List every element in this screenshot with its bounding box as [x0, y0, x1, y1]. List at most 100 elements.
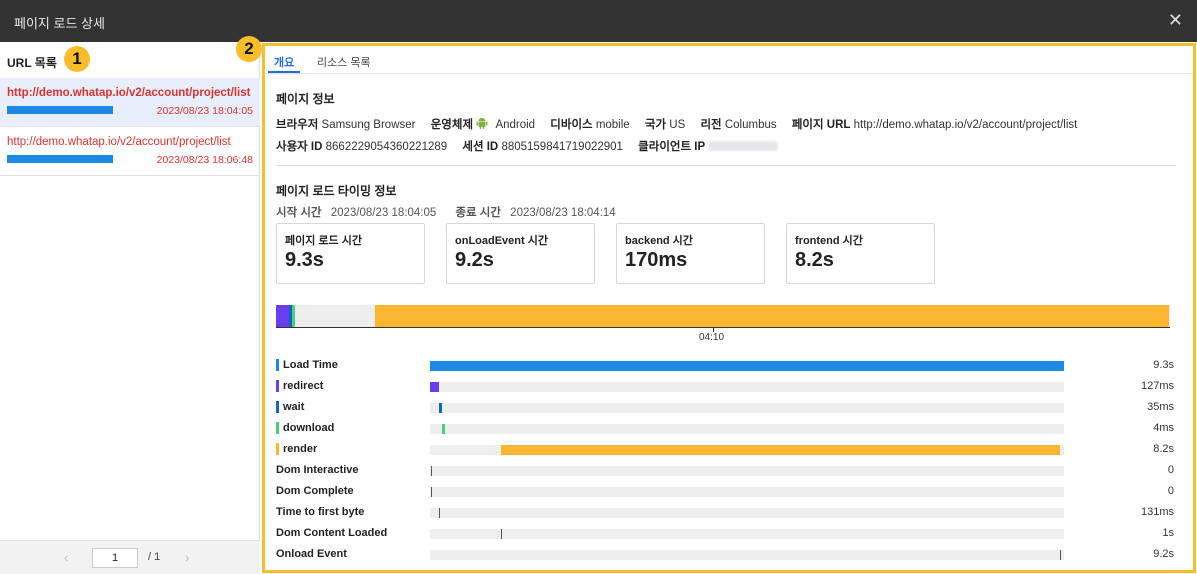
metric-track	[430, 382, 1064, 392]
metric-name: Time to first byte	[276, 506, 365, 518]
tab-resource-list[interactable]: 리소스 목록	[317, 54, 371, 70]
url-list-item-url: http://demo.whatap.io/v2/account/project…	[7, 136, 231, 148]
timing-range-row: 시작 시간 2023/08/23 18:04:05 종료 시간 2023/08/…	[276, 204, 632, 220]
metric-value: 1s	[1162, 527, 1174, 539]
metric-marker	[439, 508, 440, 518]
metric-row-dom-interactive: Dom Interactive 0	[276, 462, 1176, 478]
metric-name: redirect	[283, 380, 324, 392]
url-list-item-duration-bar	[7, 155, 113, 163]
page-number-input[interactable]: 1	[92, 548, 138, 568]
page-info-title: 페이지 정보	[276, 92, 335, 106]
page-url-label: 페이지 URL	[791, 119, 851, 131]
timeline-segment-download	[292, 305, 295, 327]
metric-name: Dom Content Loaded	[276, 527, 388, 539]
metric-value: 0	[1167, 464, 1174, 476]
browser-value: Samsung Browser	[321, 119, 416, 131]
timing-info-title: 페이지 로드 타이밍 정보	[276, 184, 397, 198]
window-titlebar: 페이지 로드 상세 ✕	[0, 0, 1197, 42]
region-value: Columbus	[724, 119, 777, 131]
url-list-item[interactable]: http://demo.whatap.io/v2/account/project…	[0, 127, 260, 176]
user-id-label: 사용자 ID	[276, 141, 323, 153]
card-value: 170ms	[625, 249, 688, 271]
card-value: 9.2s	[455, 249, 494, 271]
end-time-value: 2023/08/23 18:04:14	[510, 207, 616, 219]
page-info-row-1: 브라우저 Samsung Browser 운영체제 Android 디바이스 m…	[276, 116, 1089, 132]
start-time-value: 2023/08/23 18:04:05	[330, 207, 437, 219]
metric-marker	[431, 487, 432, 497]
tab-active-indicator	[268, 71, 300, 73]
user-id-value: 8662229054360221289	[325, 141, 448, 153]
timeline-segment-redirect	[276, 305, 289, 327]
metric-marker	[1060, 550, 1061, 560]
card-value: 9.3s	[285, 249, 324, 271]
metric-name: Dom Interactive	[276, 464, 359, 476]
page-load-time-card: 페이지 로드 시간 9.3s	[276, 223, 425, 284]
metric-value: 0	[1167, 485, 1174, 497]
timeline-bar	[276, 305, 1170, 327]
metric-name: render	[283, 443, 318, 455]
url-list-item-duration-bar	[7, 106, 113, 114]
metric-value: 9.3s	[1153, 359, 1174, 371]
url-list-header: URL 목록	[7, 56, 57, 70]
session-id-label: 세션 ID	[462, 141, 499, 153]
client-ip-label: 클라이언트 IP	[638, 141, 706, 153]
metric-track	[430, 445, 1064, 455]
metric-value: 9.2s	[1153, 548, 1174, 560]
metric-name: Onload Event	[276, 548, 347, 560]
chevron-left-icon[interactable]: ‹	[64, 550, 68, 565]
page-total: / 1	[148, 551, 161, 563]
metric-name: download	[283, 422, 335, 434]
annotation-badge-1: 1	[64, 46, 90, 72]
metric-row-dom-complete: Dom Complete 0	[276, 483, 1176, 499]
metric-value: 4ms	[1153, 422, 1174, 434]
metric-fill	[439, 403, 442, 413]
url-list-item-date: 2023/08/23 18:04:05	[156, 105, 253, 117]
metric-track	[430, 361, 1064, 371]
onload-event-time-card: onLoadEvent 시간 9.2s	[446, 223, 595, 284]
metric-fill	[430, 361, 1064, 371]
region-label: 리전	[700, 119, 722, 131]
close-icon[interactable]: ✕	[1168, 10, 1183, 31]
metric-row-download: download 4ms	[276, 420, 1176, 436]
country-value: US	[669, 119, 686, 131]
metric-value: 127ms	[1140, 380, 1174, 392]
metric-row-wait: wait 35ms	[276, 399, 1176, 415]
card-label: onLoadEvent 시간	[455, 235, 548, 247]
client-ip-value-redacted	[708, 141, 779, 151]
metric-name: wait	[283, 401, 305, 413]
url-list-item[interactable]: http://demo.whatap.io/v2/account/project…	[0, 78, 260, 127]
browser-label: 브라우저	[276, 119, 319, 131]
metric-track	[430, 529, 1064, 539]
chevron-right-icon[interactable]: ›	[185, 550, 189, 565]
metric-track	[430, 487, 1064, 497]
url-list-panel: URL 목록 1 http://demo.whatap.io/v2/accoun…	[0, 42, 260, 574]
detail-panel: 개요 리소스 목록 페이지 정보 브라우저 Samsung Browser 운영…	[262, 43, 1196, 573]
os-label: 운영체제	[430, 119, 474, 131]
device-label: 디바이스	[550, 119, 593, 131]
android-icon	[476, 118, 488, 129]
metric-row-dom-content-loaded: Dom Content Loaded 1s	[276, 525, 1176, 541]
card-label: frontend 시간	[795, 235, 863, 247]
start-time-label: 시작 시간	[276, 207, 322, 219]
timeline-tick-label: 04:10	[699, 332, 725, 343]
metric-fill	[430, 382, 439, 392]
metric-fill	[501, 445, 1060, 455]
metric-row-onload-event: Onload Event 9.2s	[276, 546, 1176, 562]
metric-row-render: render 8.2s	[276, 441, 1176, 457]
os-value: Android	[495, 119, 536, 131]
section-divider	[276, 165, 1176, 166]
metric-name: Dom Complete	[276, 485, 354, 497]
metric-track	[430, 508, 1064, 518]
session-id-value: 8805159841719022901	[501, 141, 623, 153]
metric-track	[430, 550, 1064, 560]
tab-overview[interactable]: 개요	[274, 54, 294, 70]
annotation-badge-2: 2	[236, 36, 262, 62]
end-time-label: 종료 시간	[455, 207, 501, 219]
country-label: 국가	[644, 119, 667, 131]
metric-value: 131ms	[1140, 506, 1174, 518]
window-title: 페이지 로드 상세	[14, 16, 105, 31]
metric-track	[430, 403, 1064, 413]
metric-marker	[431, 466, 432, 476]
metric-value: 35ms	[1147, 401, 1174, 413]
page-url-value: http://demo.whatap.io/v2/account/project…	[853, 119, 1078, 131]
